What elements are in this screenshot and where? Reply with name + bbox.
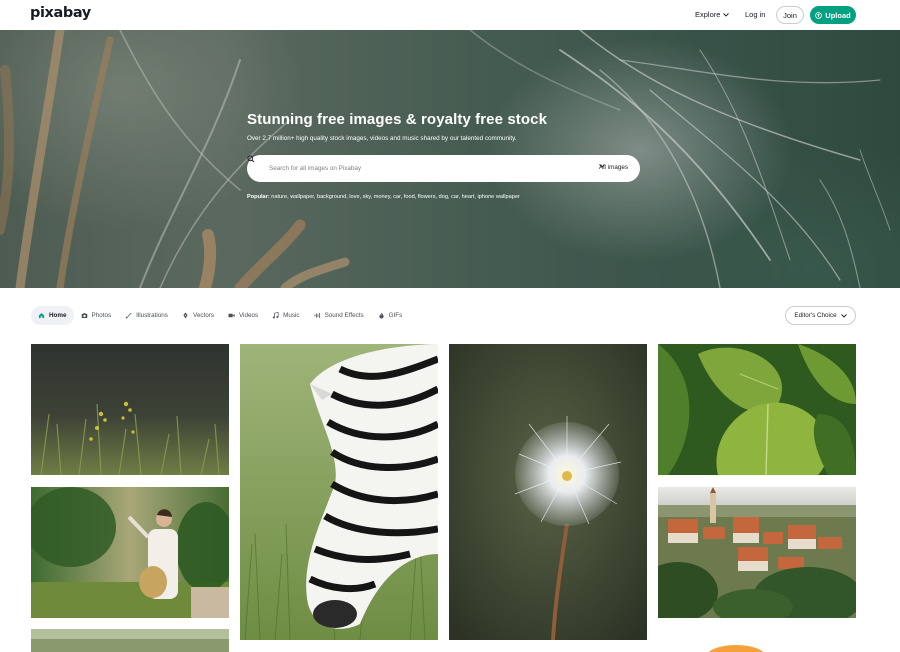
tab-photos-label: Photos — [91, 312, 112, 319]
tab-gifs-label: GIFs — [388, 312, 403, 319]
search-icon — [247, 155, 255, 163]
tab-gifs[interactable]: GIFs — [371, 306, 410, 325]
tab-home-label: Home — [49, 312, 67, 319]
sort-label: Editor's Choice — [794, 312, 837, 319]
popular-searches: Popular: nature, wallpaper, background, … — [247, 194, 520, 200]
chevron-down-icon — [599, 164, 605, 168]
tab-music-label: Music — [283, 312, 300, 319]
hero-title: Stunning free images & royalty free stoc… — [247, 111, 548, 128]
join-button[interactable]: Join — [776, 6, 804, 24]
photo-green-hosta-leaves[interactable] — [658, 344, 856, 475]
pen-nib-icon — [183, 312, 188, 319]
pixabay-logo[interactable]: pixabay — [30, 5, 91, 21]
upload-label: Upload — [825, 10, 851, 20]
gif-icon — [379, 312, 384, 319]
search-input[interactable] — [269, 161, 569, 176]
tab-photos[interactable]: Photos — [74, 306, 119, 325]
video-icon — [228, 313, 235, 318]
search-filter-dropdown[interactable]: All images — [599, 164, 628, 171]
tab-home[interactable]: Home — [31, 306, 74, 325]
popular-terms[interactable]: nature, wallpaper, background, love, sky… — [271, 194, 520, 200]
tab-music[interactable]: Music — [265, 306, 306, 325]
photo-old-town-river-view[interactable] — [658, 487, 856, 618]
photo-wildflowers-in-grass[interactable] — [31, 344, 229, 475]
photo-dandelion-seed-head[interactable] — [449, 344, 647, 640]
upload-icon — [815, 11, 823, 19]
brush-icon — [125, 312, 132, 319]
tab-sound-effects-label: Sound Effects — [324, 312, 364, 319]
category-tabs: Home Photos Illustrations Vectors Videos… — [31, 306, 409, 325]
popular-label: Popular: — [247, 194, 270, 200]
explore-label: Explore — [695, 10, 721, 19]
tab-vectors-label: Vectors — [192, 312, 214, 319]
hero-subtitle: Over 2.7 million+ high quality stock ima… — [247, 135, 517, 142]
tab-illustrations-label: Illustrations — [136, 312, 168, 319]
music-note-icon — [272, 312, 279, 319]
photo-woman-in-garden-with-straw-hat[interactable] — [31, 487, 229, 618]
editors-choice-dropdown[interactable]: Editor's Choice — [785, 306, 856, 325]
home-icon — [38, 313, 45, 319]
tab-videos[interactable]: Videos — [221, 306, 265, 325]
tab-illustrations[interactable]: Illustrations — [118, 306, 175, 325]
search-bar: All images — [247, 155, 640, 182]
tab-videos-label: Videos — [238, 312, 259, 319]
photo-grazing-zebra[interactable] — [240, 344, 438, 640]
chevron-down-icon — [723, 12, 730, 17]
camera-icon — [81, 313, 87, 318]
tab-vectors[interactable]: Vectors — [175, 306, 221, 325]
photo-partial-bottom[interactable] — [31, 629, 229, 652]
upload-button[interactable]: Upload — [810, 6, 856, 24]
chevron-down-icon — [840, 313, 847, 318]
tab-sound-effects[interactable]: Sound Effects — [307, 306, 371, 325]
scroll-preview-orange — [706, 645, 766, 652]
explore-menu[interactable]: Explore — [695, 10, 730, 19]
hero-banner: Stunning free images & royalty free stoc… — [0, 30, 900, 288]
top-navigation-bar: pixabay Explore Log in Join Upload — [0, 0, 900, 30]
login-link[interactable]: Log in — [745, 10, 765, 19]
waveform-icon — [314, 312, 320, 319]
